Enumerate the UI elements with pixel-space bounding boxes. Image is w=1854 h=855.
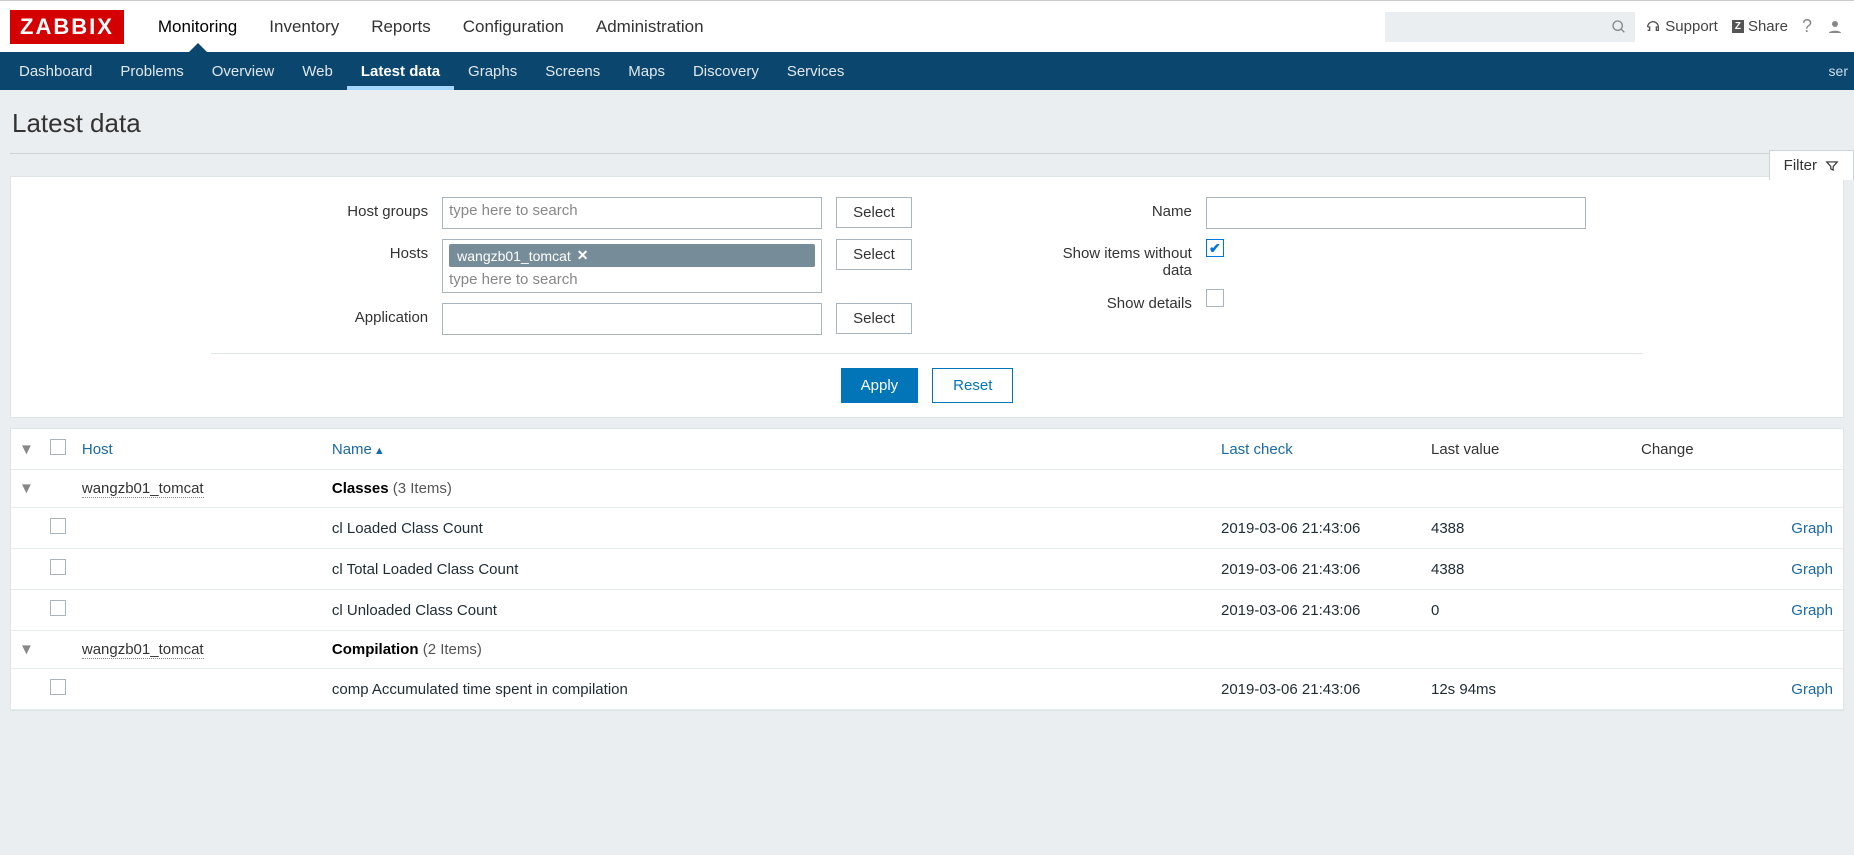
table-row: cl Unloaded Class Count2019-03-06 21:43:… <box>11 590 1843 631</box>
group-row: ▼ wangzb01_tomcat Compilation (2 Items) <box>11 631 1843 669</box>
topnav-reports[interactable]: Reports <box>355 1 447 52</box>
col-host[interactable]: Host <box>82 441 113 458</box>
help-icon[interactable]: ? <box>1802 16 1812 37</box>
subnav-web[interactable]: Web <box>288 52 347 90</box>
expand-all-icon[interactable]: ▼ <box>19 441 34 458</box>
user-icon[interactable] <box>1826 18 1844 36</box>
page-title: Latest data <box>12 108 141 139</box>
reset-button[interactable]: Reset <box>932 368 1013 403</box>
remove-tag-icon[interactable]: ✕ <box>577 247 589 264</box>
subnav-problems[interactable]: Problems <box>106 52 197 90</box>
last-value: 4388 <box>1423 549 1633 590</box>
expand-icon[interactable]: ▼ <box>19 480 34 497</box>
last-value: 4388 <box>1423 508 1633 549</box>
subnav-graphs[interactable]: Graphs <box>454 52 531 90</box>
row-checkbox[interactable] <box>50 518 66 534</box>
group-row: ▼ wangzb01_tomcat Classes (3 Items) <box>11 470 1843 508</box>
app-name: Classes <box>332 480 389 497</box>
subnav-latest-data[interactable]: Latest data <box>347 52 454 90</box>
last-value: 12s 94ms <box>1423 669 1633 710</box>
topnav-configuration[interactable]: Configuration <box>447 1 580 52</box>
topnav-administration[interactable]: Administration <box>580 1 720 52</box>
global-search[interactable] <box>1385 12 1635 42</box>
item-count: (2 Items) <box>423 641 482 658</box>
last-check: 2019-03-06 21:43:06 <box>1213 590 1423 631</box>
col-last-check[interactable]: Last check <box>1221 441 1293 458</box>
z-icon: Z <box>1732 20 1744 33</box>
item-name: cl Loaded Class Count <box>324 508 1213 549</box>
host-groups-select-button[interactable]: Select <box>836 197 912 228</box>
headset-icon <box>1645 19 1661 35</box>
last-value: 0 <box>1423 590 1633 631</box>
apply-button[interactable]: Apply <box>841 368 919 403</box>
last-check: 2019-03-06 21:43:06 <box>1213 549 1423 590</box>
name-label: Name <box>1032 197 1192 220</box>
hosts-input[interactable]: wangzb01_tomcat✕ type here to search <box>442 239 822 293</box>
host-groups-input[interactable]: type here to search <box>442 197 822 229</box>
select-all-checkbox[interactable] <box>50 439 66 455</box>
filter-panel: Filter Host groups type here to search S… <box>10 176 1844 418</box>
topnav-monitoring[interactable]: Monitoring <box>142 1 253 52</box>
top-right: Support Z Share ? <box>1645 16 1854 37</box>
subnav-maps[interactable]: Maps <box>614 52 679 90</box>
data-table: ▼ Host Name▲ Last check Last value Chang… <box>10 428 1844 711</box>
host-groups-label: Host groups <box>268 197 428 220</box>
row-checkbox[interactable] <box>50 600 66 616</box>
hosts-label: Hosts <box>268 239 428 262</box>
expand-icon[interactable]: ▼ <box>19 641 34 658</box>
table-header-row: ▼ Host Name▲ Last check Last value Chang… <box>11 429 1843 470</box>
subnav-screens[interactable]: Screens <box>531 52 614 90</box>
support-link[interactable]: Support <box>1645 18 1718 35</box>
host-link[interactable]: wangzb01_tomcat <box>82 641 204 659</box>
subnav-dashboard[interactable]: Dashboard <box>5 52 106 90</box>
table-row: comp Accumulated time spent in compilati… <box>11 669 1843 710</box>
application-select-button[interactable]: Select <box>836 303 912 334</box>
item-name: cl Unloaded Class Count <box>324 590 1213 631</box>
host-tag[interactable]: wangzb01_tomcat✕ <box>449 244 815 267</box>
filter-icon <box>1825 159 1839 173</box>
application-input[interactable] <box>442 303 822 335</box>
graph-link[interactable]: Graph <box>1791 561 1833 578</box>
table-row: cl Loaded Class Count2019-03-06 21:43:06… <box>11 508 1843 549</box>
table-row: cl Total Loaded Class Count2019-03-06 21… <box>11 549 1843 590</box>
filter-tab[interactable]: Filter <box>1769 150 1854 180</box>
top-nav: MonitoringInventoryReportsConfigurationA… <box>142 1 720 52</box>
page-header: Latest data <box>0 90 1854 149</box>
col-name[interactable]: Name <box>332 441 372 458</box>
show-details-label: Show details <box>1032 289 1192 312</box>
share-link[interactable]: Z Share <box>1732 18 1788 35</box>
search-icon <box>1611 19 1627 35</box>
subnav-right: ser <box>1829 63 1854 79</box>
item-count: (3 Items) <box>393 480 452 497</box>
logo[interactable]: ZABBIX <box>10 10 124 44</box>
graph-link[interactable]: Graph <box>1791 681 1833 698</box>
topnav-inventory[interactable]: Inventory <box>253 1 355 52</box>
name-input[interactable] <box>1206 197 1586 229</box>
top-bar: ZABBIX MonitoringInventoryReportsConfigu… <box>0 0 1854 52</box>
row-checkbox[interactable] <box>50 559 66 575</box>
subnav-services[interactable]: Services <box>773 52 859 90</box>
subnav-discovery[interactable]: Discovery <box>679 52 773 90</box>
show-no-data-checkbox[interactable]: ✔ <box>1206 239 1224 257</box>
show-no-data-label: Show items without data <box>1032 239 1192 279</box>
sub-nav: DashboardProblemsOverviewWebLatest dataG… <box>0 52 1854 90</box>
graph-link[interactable]: Graph <box>1791 520 1833 537</box>
subnav-overview[interactable]: Overview <box>198 52 289 90</box>
last-check: 2019-03-06 21:43:06 <box>1213 669 1423 710</box>
col-change: Change <box>1641 441 1694 458</box>
app-name: Compilation <box>332 641 419 658</box>
sort-asc-icon: ▲ <box>374 445 385 457</box>
hosts-select-button[interactable]: Select <box>836 239 912 270</box>
application-label: Application <box>268 303 428 326</box>
item-name: cl Total Loaded Class Count <box>324 549 1213 590</box>
col-last-value: Last value <box>1431 441 1499 458</box>
host-link[interactable]: wangzb01_tomcat <box>82 480 204 498</box>
graph-link[interactable]: Graph <box>1791 602 1833 619</box>
row-checkbox[interactable] <box>50 679 66 695</box>
show-details-checkbox[interactable]: ✔ <box>1206 289 1224 307</box>
item-name: comp Accumulated time spent in compilati… <box>324 669 1213 710</box>
last-check: 2019-03-06 21:43:06 <box>1213 508 1423 549</box>
